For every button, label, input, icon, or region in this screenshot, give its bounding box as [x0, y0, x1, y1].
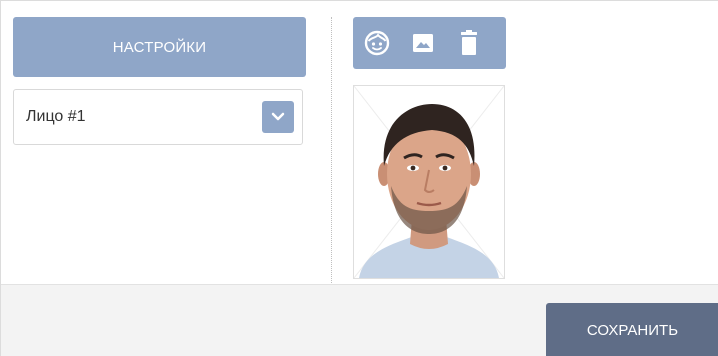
face-select[interactable]: Лицо #1	[13, 89, 303, 145]
face-icon[interactable]	[363, 29, 391, 57]
image-icon[interactable]	[409, 29, 437, 57]
left-panel: НАСТРОЙКИ Лицо #1	[13, 17, 307, 145]
trash-icon[interactable]	[455, 29, 483, 57]
chevron-down-icon[interactable]	[262, 101, 294, 133]
right-panel	[353, 17, 506, 279]
photo-toolbar	[353, 17, 506, 69]
face-photo	[353, 85, 505, 279]
save-button[interactable]: СОХРАНИТЬ	[546, 303, 718, 356]
footer-bar: СОХРАНИТЬ	[1, 284, 718, 356]
panel-divider	[331, 17, 332, 283]
settings-button[interactable]: НАСТРОЙКИ	[13, 17, 306, 77]
face-select-value: Лицо #1	[26, 108, 86, 125]
face-settings-window: НАСТРОЙКИ Лицо #1 СОХРАНИТЬ	[0, 0, 718, 356]
